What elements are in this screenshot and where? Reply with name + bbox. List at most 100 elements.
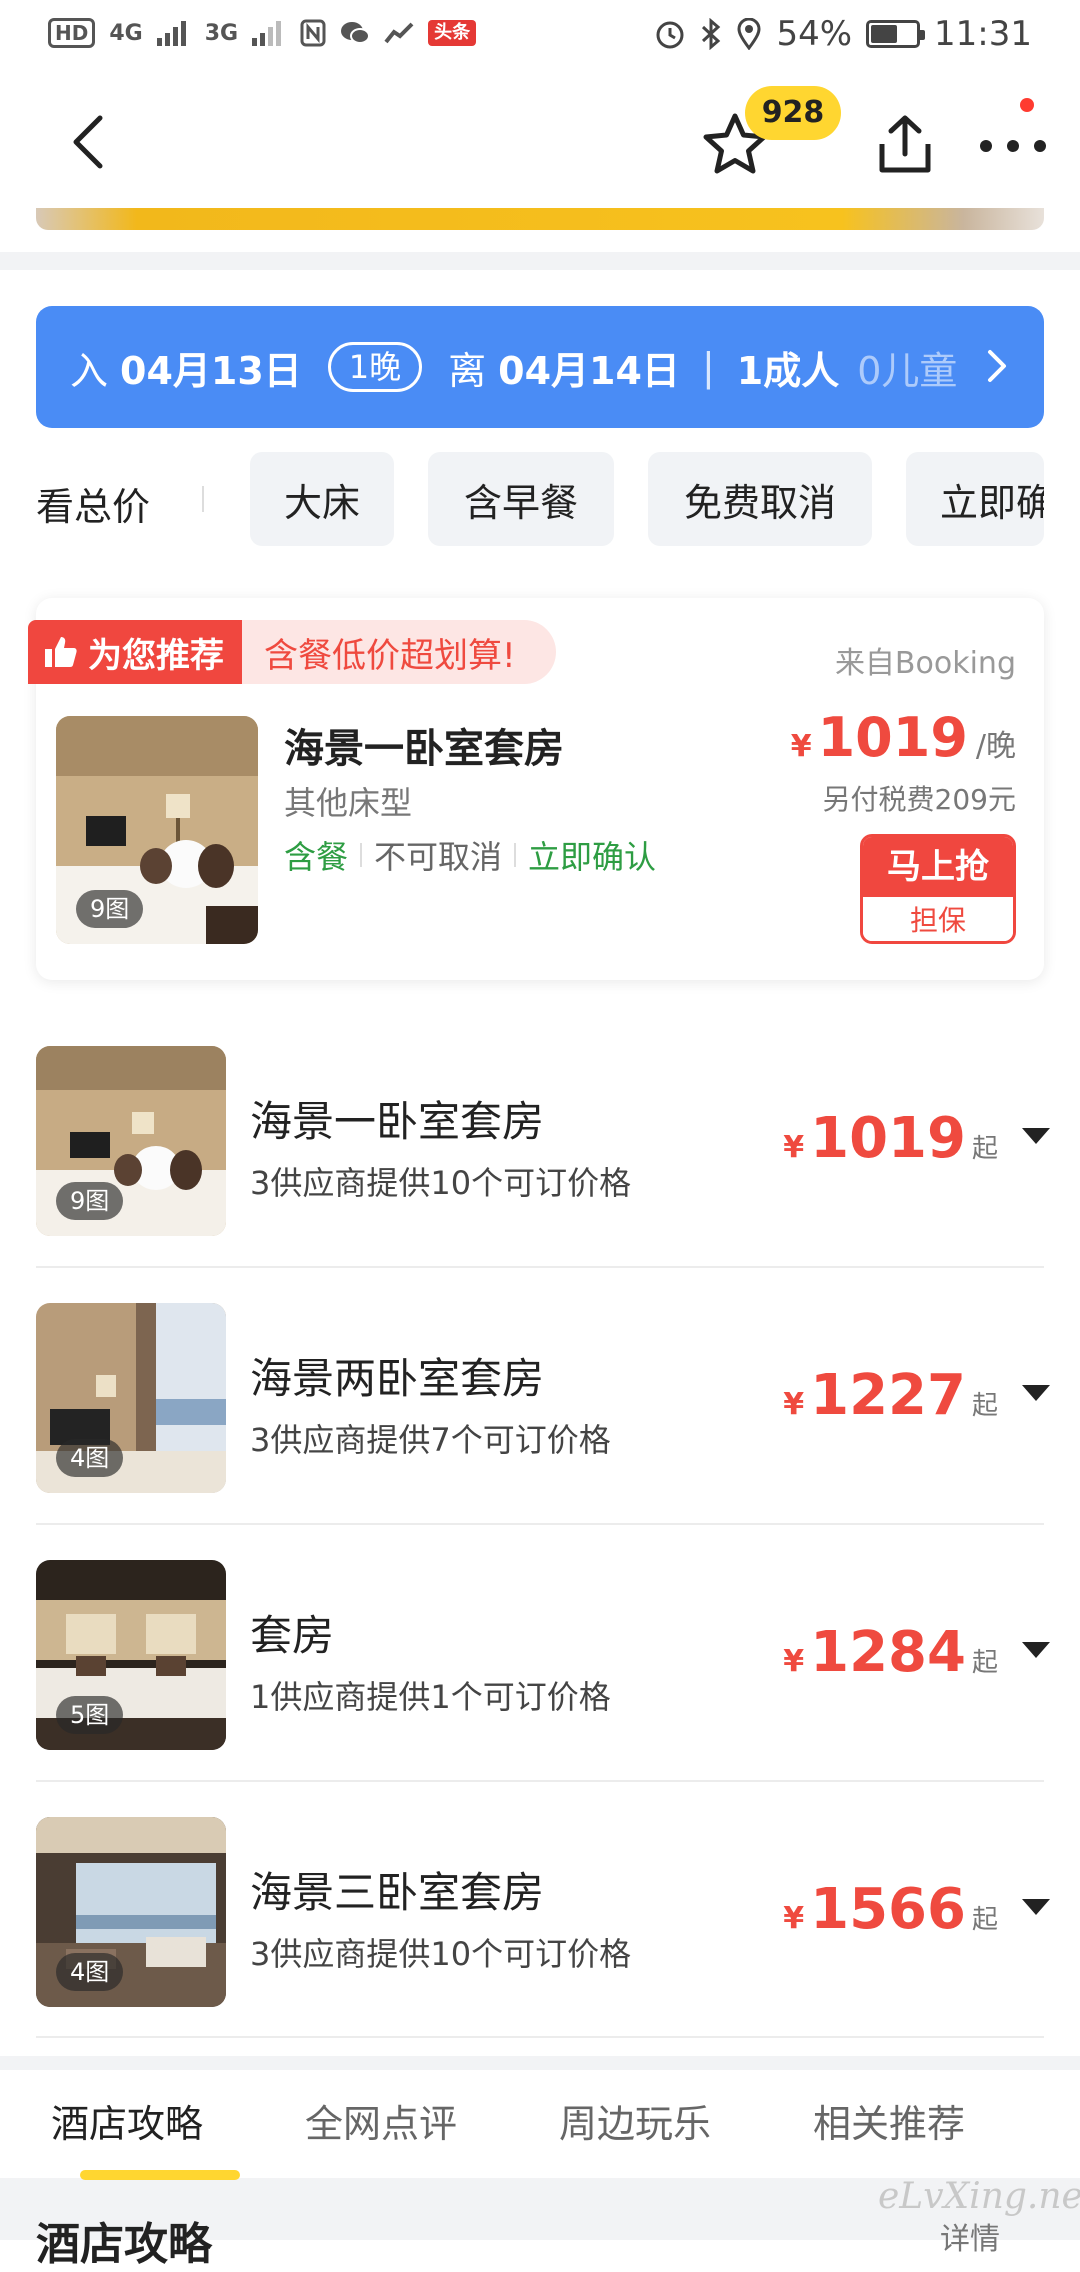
signal-sim2-label: 3G — [204, 20, 239, 46]
price-value: 1227 — [810, 1363, 966, 1428]
filter-chip-free-cancel[interactable]: 免费取消 — [648, 452, 872, 546]
row-divider — [36, 2036, 1044, 2038]
room-price: ¥ 1227 起 — [783, 1363, 998, 1428]
price-from-label: 起 — [971, 1134, 998, 1164]
price-unit: /晚 — [975, 729, 1016, 764]
battery-percent: 54% — [776, 14, 853, 54]
tab-related[interactable]: 相关推荐 — [762, 2070, 1016, 2178]
currency-symbol: ¥ — [783, 1901, 805, 1936]
supplier-summary: 3供应商提供10个可订价格 — [250, 1935, 632, 1973]
room-photo[interactable]: 5图 — [36, 1560, 226, 1750]
room-row[interactable]: 4图 海景两卧室套房 3供应商提供7个可订价格 ¥ 1227 起 — [0, 1303, 1080, 1559]
expand-caret-icon[interactable] — [1022, 1642, 1050, 1658]
price-from-label: 起 — [971, 1905, 998, 1935]
share-icon[interactable] — [870, 110, 940, 180]
room-photo[interactable]: 9图 — [56, 716, 258, 944]
room-row[interactable]: 9图 海景一卧室套房 3供应商提供10个可订价格 ¥ 1019 起 — [0, 1046, 1080, 1302]
filter-chip-instant-confirm[interactable]: 立即确认 — [906, 452, 1044, 546]
currency-symbol: ¥ — [790, 729, 812, 764]
recommended-offer-card[interactable]: 为您推荐 含餐低价超划算! 来自Booking 9图 海景一卧室套房 其他床型 … — [28, 598, 1044, 980]
price-from-label: 起 — [971, 1648, 998, 1678]
filter-chip-breakfast[interactable]: 含早餐 — [428, 452, 614, 546]
hotel-banner-edge — [36, 208, 1044, 230]
wechat-icon — [341, 22, 371, 44]
tab-reviews[interactable]: 全网点评 — [254, 2070, 508, 2178]
price-value: 1019 — [810, 1106, 966, 1171]
tag-divider — [360, 843, 363, 867]
row-divider — [36, 1523, 1044, 1525]
status-right: 54% 11:31 — [654, 14, 1032, 54]
adult-count: 1成人 — [736, 348, 840, 393]
room-row[interactable]: 5图 套房 1供应商提供1个可订价格 ¥ 1284 起 — [0, 1560, 1080, 1816]
checkin-prefix: 入 — [70, 348, 109, 393]
room-name: 海景两卧室套房 — [250, 1354, 545, 1403]
tag-non-refundable: 不可取消 — [374, 838, 503, 876]
room-photo[interactable]: 4图 — [36, 1303, 226, 1493]
date-guest-separator: | — [701, 345, 715, 389]
total-price-toggle[interactable]: 看总价 — [36, 476, 150, 531]
notification-dot — [1020, 98, 1034, 112]
tag-instant-confirm: 立即确认 — [528, 838, 657, 876]
thumbs-up-icon — [45, 637, 77, 667]
room-name: 海景一卧室套房 — [250, 1097, 545, 1146]
status-left: HD 4G 3G 头条 — [48, 18, 477, 48]
supplier-summary: 3供应商提供7个可订价格 — [250, 1421, 611, 1459]
room-photo[interactable]: 4图 — [36, 1817, 226, 2007]
expand-caret-icon[interactable] — [1022, 1385, 1050, 1401]
clock: 11:31 — [934, 14, 1032, 54]
section-title: 酒店攻略 — [36, 2219, 212, 2270]
room-price: ¥ 1284 起 — [783, 1620, 998, 1685]
chevron-right-icon — [988, 350, 1006, 382]
expand-caret-icon[interactable] — [1022, 1128, 1050, 1144]
active-tab-indicator — [80, 2170, 240, 2180]
location-icon — [737, 18, 761, 50]
expand-caret-icon[interactable] — [1022, 1899, 1050, 1915]
more-options-icon[interactable] — [978, 126, 1048, 166]
checkout-date: 04月14日 — [498, 348, 680, 393]
supplier-summary: 1供应商提供1个可订价格 — [250, 1678, 611, 1716]
status-bar: HD 4G 3G 头条 54% 11:31 — [0, 0, 1080, 80]
row-divider — [36, 1266, 1044, 1268]
checkin-date: 04月13日 — [120, 348, 302, 393]
price-value: 1284 — [810, 1620, 966, 1685]
tab-hotel-guide[interactable]: 酒店攻略 — [0, 2070, 254, 2178]
room-name: 套房 — [250, 1611, 335, 1660]
signal-sim1-label: 4G — [109, 20, 143, 46]
detail-link[interactable]: 详情 — [940, 2214, 1000, 2258]
book-now-button[interactable]: 马上抢 担保 — [860, 834, 1016, 944]
top-nav-bar: 928 — [0, 86, 1080, 206]
photo-count-badge: 4图 — [56, 1439, 124, 1477]
tag-meal-included: 含餐 — [284, 838, 349, 876]
room-name: 海景一卧室套房 — [284, 726, 564, 772]
supplier-summary: 3供应商提供10个可订价格 — [250, 1164, 632, 1202]
photo-count-badge: 9图 — [56, 1182, 124, 1220]
nfc-icon — [300, 19, 326, 47]
tax-note: 另付税费209元 — [822, 783, 1016, 816]
room-price: ¥ 1566 起 — [783, 1877, 998, 1942]
recommend-note: 含餐低价超划算! — [242, 620, 556, 684]
filter-chip-king-bed[interactable]: 大床 — [250, 452, 394, 546]
currency-symbol: ¥ — [783, 1644, 805, 1679]
back-arrow-icon[interactable] — [60, 112, 120, 172]
room-photo[interactable]: 9图 — [36, 1046, 226, 1236]
offer-source: 来自Booking — [834, 646, 1016, 681]
photo-count-badge: 9图 — [76, 890, 144, 928]
tag-divider — [514, 843, 517, 867]
news-app-badge: 头条 — [428, 20, 477, 46]
book-guarantee-label: 担保 — [863, 897, 1013, 941]
stay-date-selector[interactable]: 入 04月13日 1晚 离 04月14日 | 1成人 0儿童 — [36, 306, 1044, 428]
room-row[interactable]: 4图 海景三卧室套房 3供应商提供10个可订价格 ¥ 1566 起 — [0, 1817, 1080, 2073]
offer-price: ¥ 1019 /晚 — [791, 706, 1016, 769]
filter-divider — [202, 486, 204, 512]
photo-count-badge: 4图 — [56, 1953, 124, 1991]
signal-bars-2-icon — [252, 21, 282, 46]
child-count: 0儿童 — [857, 348, 958, 393]
nights-badge: 1晚 — [327, 342, 423, 392]
price-value: 1019 — [817, 706, 968, 769]
signal-bars-icon — [156, 21, 186, 46]
currency-symbol: ¥ — [783, 1130, 805, 1165]
photo-count-badge: 5图 — [56, 1696, 124, 1734]
book-now-label: 马上抢 — [863, 837, 1013, 897]
tab-nearby[interactable]: 周边玩乐 — [508, 2070, 762, 2178]
filter-bar: 看总价 大床 含早餐 免费取消 立即确认 — [0, 452, 1080, 546]
